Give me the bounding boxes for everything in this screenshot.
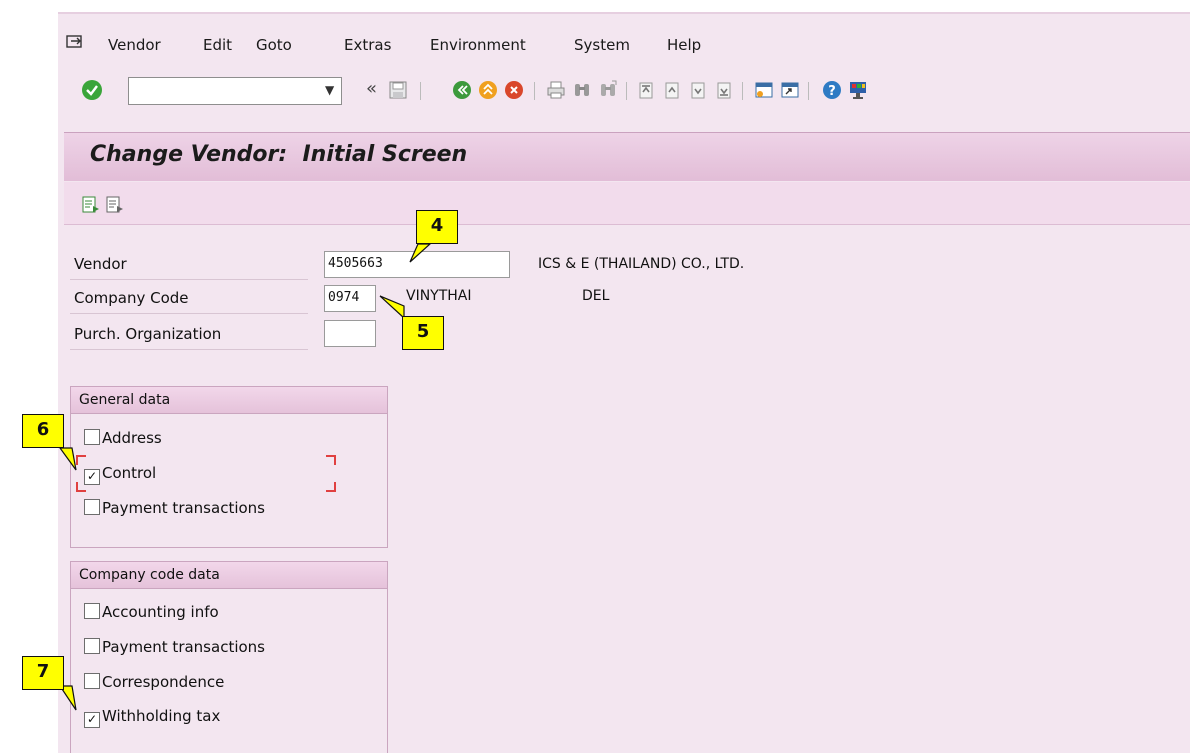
callout-4: 4 [416, 210, 458, 244]
callout-pointers [58, 243, 432, 711]
callout-6: 6 [22, 414, 64, 448]
callout-7: 7 [22, 656, 64, 690]
callout-5: 5 [402, 316, 444, 350]
sap-window: Vendor Edit Goto Extras Environment Syst… [0, 0, 1190, 753]
